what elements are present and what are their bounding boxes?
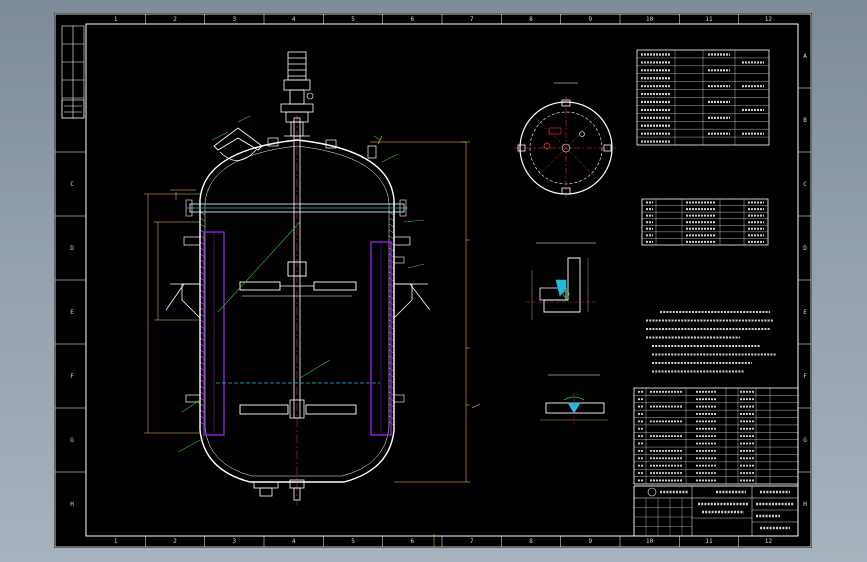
zone-letter: B (803, 117, 807, 124)
zone-letter: A (803, 53, 807, 60)
zone-number: 1 (114, 538, 118, 545)
zone-number: 4 (292, 538, 296, 545)
zone-number: 4 (292, 16, 296, 23)
drawing-paper (54, 13, 812, 548)
zone-number: 9 (589, 16, 593, 23)
zone-letter: F (70, 373, 74, 380)
zone-number: 11 (705, 16, 713, 23)
zone-letter: H (70, 501, 74, 508)
zone-number: 5 (351, 16, 355, 23)
zone-number: 1 (114, 16, 118, 23)
zone-number: 12 (765, 16, 773, 23)
zone-number: 10 (646, 16, 654, 23)
zone-number: 11 (705, 538, 713, 545)
zone-number: 3 (233, 16, 237, 23)
zone-number: 8 (529, 16, 533, 23)
drawing-sheet: 1 2 3 4 5 6 7 8 9 10 11 12 1 2 3 4 5 6 7 8 9 10 11 12 CDEFGH A… (54, 13, 812, 548)
zone-number: 7 (470, 16, 474, 23)
zone-letter: D (70, 245, 74, 252)
zone-letter: E (70, 309, 74, 316)
zone-letter: G (803, 437, 807, 444)
zone-letter: E (803, 309, 807, 316)
zone-letter: C (70, 181, 74, 188)
zone-letter: G (70, 437, 74, 444)
zone-number: 10 (646, 538, 654, 545)
zone-number: 2 (173, 16, 177, 23)
zone-number: 12 (765, 538, 773, 545)
zone-number: 9 (589, 538, 593, 545)
zone-number: 7 (470, 538, 474, 545)
zone-number: 6 (411, 538, 415, 545)
zone-number: 6 (411, 16, 415, 23)
zone-letter: D (803, 245, 807, 252)
zone-number: 5 (351, 538, 355, 545)
zone-letter: F (803, 373, 807, 380)
zone-number: 8 (529, 538, 533, 545)
zone-number: 2 (173, 538, 177, 545)
zone-letter: H (803, 501, 807, 508)
zone-number: 3 (233, 538, 237, 545)
zone-letter: C (803, 181, 807, 188)
